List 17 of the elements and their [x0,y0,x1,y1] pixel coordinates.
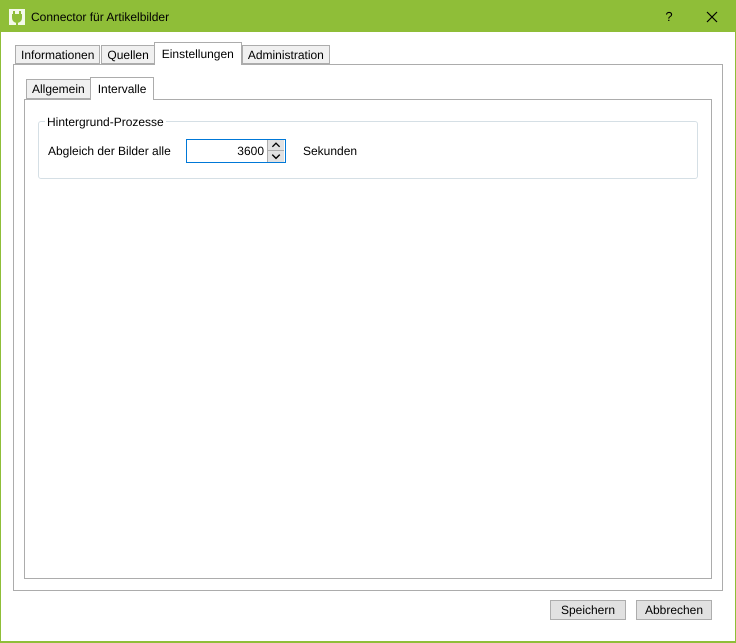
window-title: Connector für Artikelbilder [31,8,170,26]
dialog-button[interactable]: Abbrechen [636,600,712,620]
spin-buttons[interactable] [267,140,284,162]
tab[interactable]: Informationen [15,45,100,64]
tab[interactable]: Administration [242,45,330,64]
number-field[interactable]: 3600 [187,140,267,162]
tab[interactable]: Allgemein [26,79,91,99]
plug-icon [9,8,25,24]
dialog-button[interactable]: Speichern [550,600,626,620]
tab[interactable]: Einstellungen [154,42,242,65]
field-label: Abgleich der Bilder alle [48,143,172,160]
close-icon [706,10,718,22]
number-spinner[interactable]: 3600 [186,139,286,163]
tab[interactable]: Quellen [101,45,155,64]
unit-label: Sekunden [303,143,358,160]
help-button[interactable]: ? [649,2,689,32]
tab[interactable]: Intervalle [90,77,154,100]
